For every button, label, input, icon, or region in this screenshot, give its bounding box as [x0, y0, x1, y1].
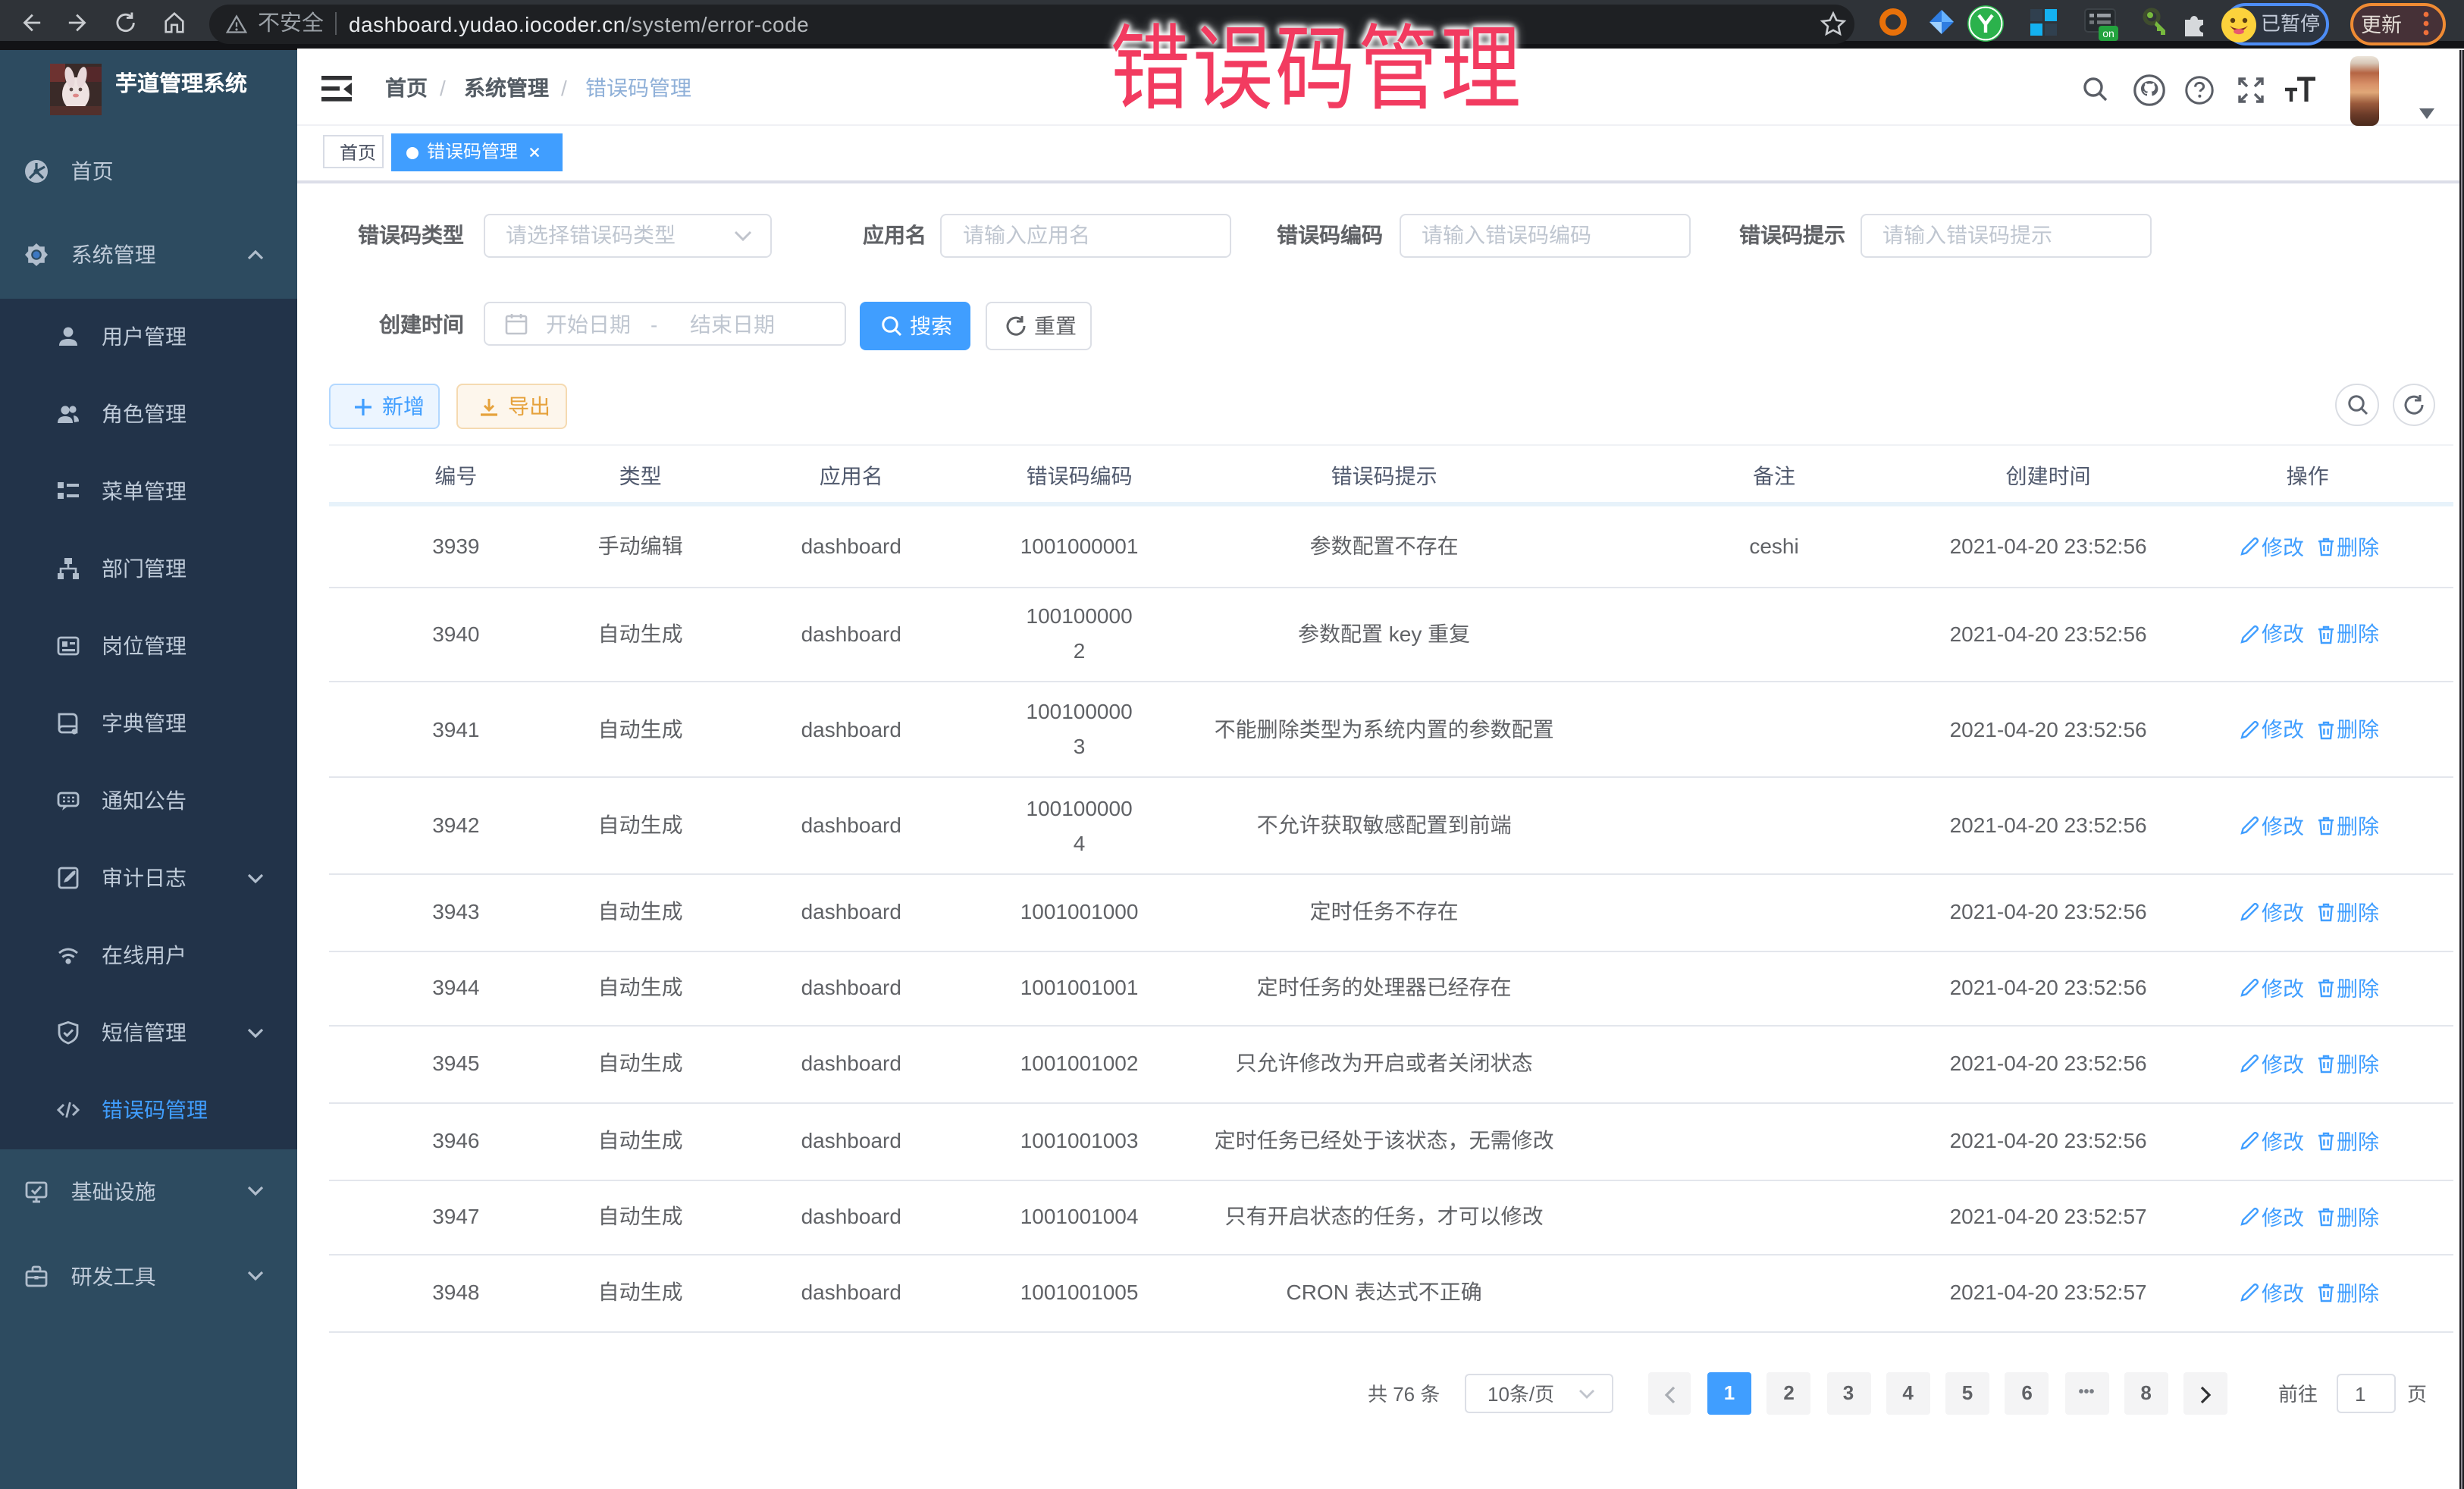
svg-text:on: on: [2102, 27, 2114, 39]
